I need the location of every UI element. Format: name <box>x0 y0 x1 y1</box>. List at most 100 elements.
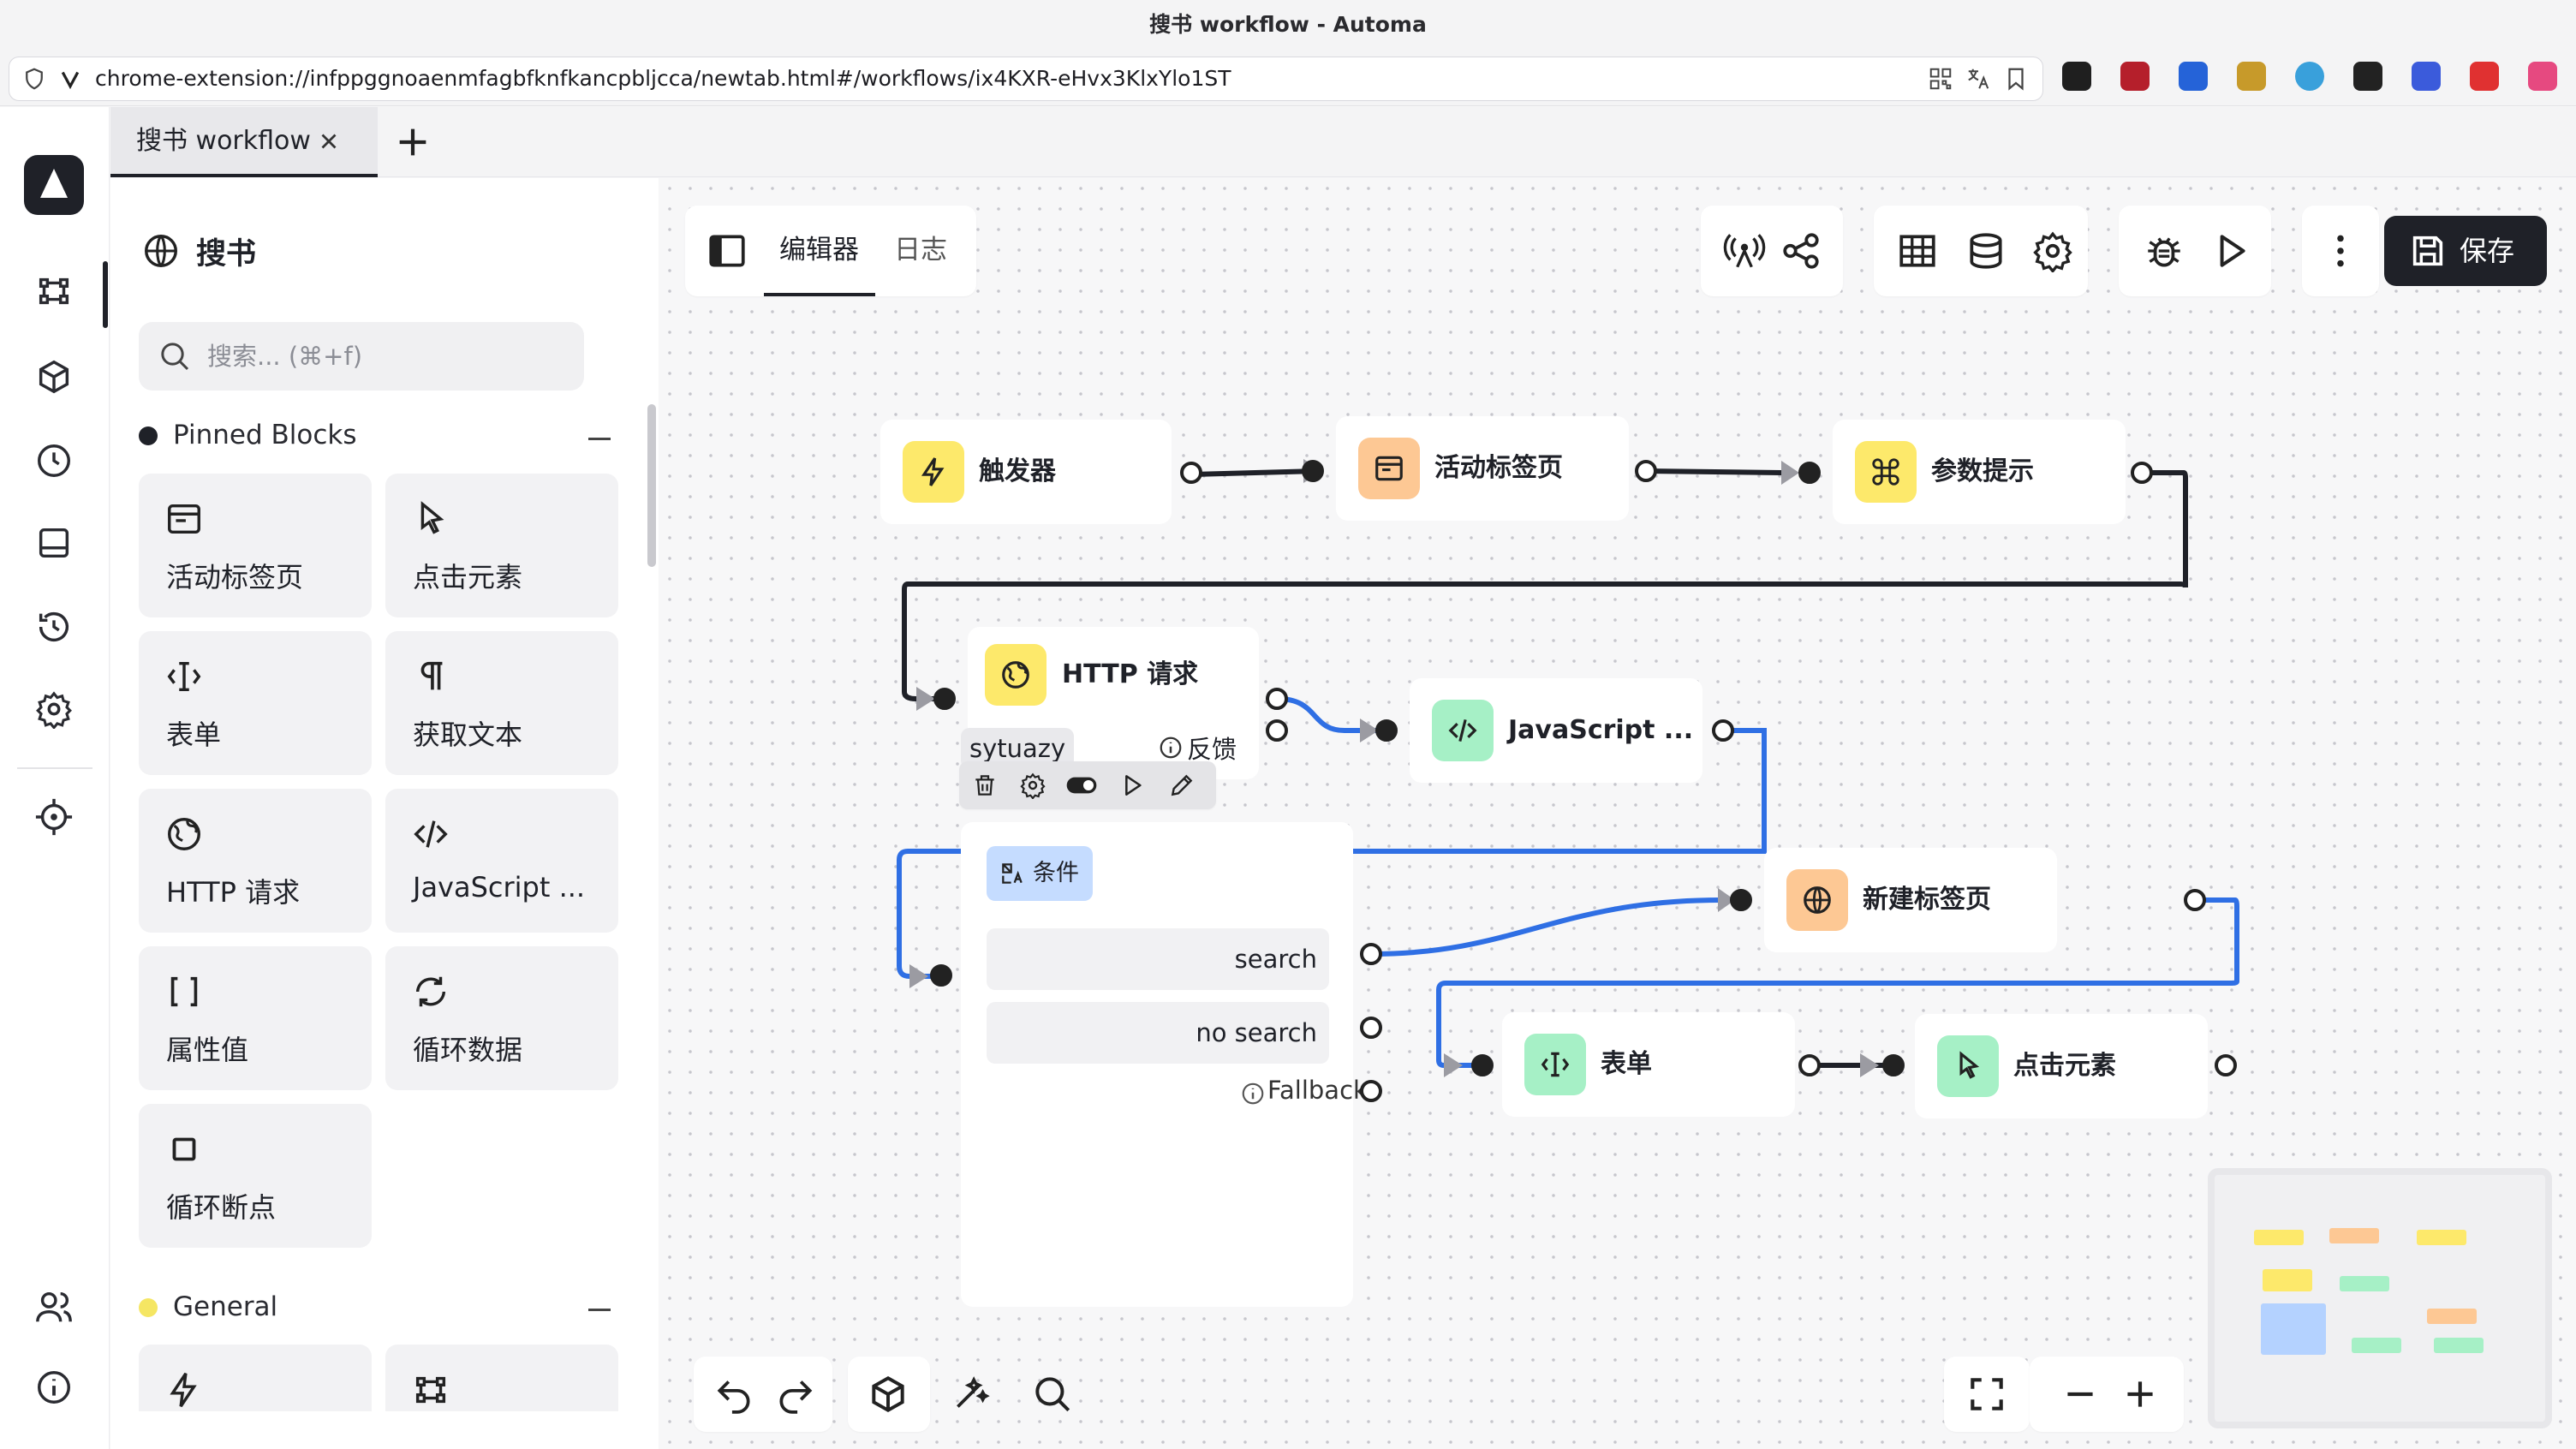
port-trigger-out[interactable] <box>1180 462 1202 484</box>
extension-icon-1[interactable] <box>2062 62 2091 91</box>
debug-bug-icon[interactable] <box>2143 230 2185 272</box>
port-click-in[interactable] <box>1882 1054 1905 1076</box>
block-card-active-tab[interactable]: 活动标签页 <box>139 474 372 617</box>
extension-icon-8[interactable] <box>2470 62 2499 91</box>
port-http-fallback[interactable] <box>1266 719 1288 742</box>
extension-icon-2[interactable] <box>2120 62 2150 91</box>
block-card-get-text[interactable]: 获取文本 <box>385 631 618 775</box>
collapse-general-button[interactable] <box>588 1309 611 1311</box>
block-card-trigger[interactable] <box>139 1345 372 1411</box>
fullscreen-icon[interactable] <box>1965 1373 2008 1416</box>
database-icon[interactable] <box>1965 230 2007 272</box>
storage-icon[interactable] <box>34 523 74 563</box>
tab-logs[interactable]: 日志 <box>882 216 959 293</box>
port-new-tab-out[interactable] <box>2184 889 2206 911</box>
port-condition-search-out[interactable] <box>1360 943 1382 965</box>
node-param-prompt[interactable]: 参数提示 <box>1833 420 2126 524</box>
node-click-element[interactable]: 点击元素 <box>1915 1014 2208 1118</box>
community-users-icon[interactable] <box>34 1287 74 1327</box>
block-card-form[interactable]: 表单 <box>139 631 372 775</box>
port-active-tab-out[interactable] <box>1635 460 1657 482</box>
bookmark-icon[interactable] <box>2003 66 2029 92</box>
collapse-pinned-button[interactable] <box>588 438 611 440</box>
port-click-out[interactable] <box>2215 1054 2237 1076</box>
workflow-name[interactable]: 搜书 <box>196 230 256 273</box>
port-javascript-out[interactable] <box>1712 719 1734 742</box>
block-card-loop-breakpoint[interactable]: 循环断点 <box>139 1104 372 1248</box>
zoom-out-minus-icon[interactable] <box>2059 1373 2102 1416</box>
toggle-sidebar-icon[interactable] <box>706 230 748 272</box>
more-vertical-icon[interactable] <box>2319 230 2362 272</box>
port-http-out[interactable] <box>1266 688 1288 710</box>
block-card-javascript[interactable]: JavaScript ... <box>385 789 618 933</box>
condition-row-no-search[interactable]: no search <box>987 1002 1329 1064</box>
packages-icon[interactable] <box>34 357 74 397</box>
node-condition[interactable]: 条件 search no search Fallback <box>961 822 1368 1307</box>
extension-icon-5[interactable] <box>2295 62 2324 91</box>
node-new-tab[interactable]: 新建标签页 <box>1764 848 2057 952</box>
close-icon[interactable] <box>316 128 342 154</box>
port-params-out[interactable] <box>2131 462 2153 484</box>
node-active-tab[interactable]: 活动标签页 <box>1336 416 1629 521</box>
sidebar-scrollbar[interactable] <box>647 404 656 567</box>
condition-row-search[interactable]: search <box>987 928 1329 990</box>
settings-gear-icon[interactable] <box>34 689 74 729</box>
port-javascript-in[interactable] <box>1375 719 1398 742</box>
port-new-tab-in[interactable] <box>1730 889 1752 911</box>
pencil-edit-icon[interactable] <box>1168 772 1196 799</box>
port-condition-fallback-out[interactable] <box>1360 1080 1382 1102</box>
extension-icon-7[interactable] <box>2412 62 2441 91</box>
extension-icon-9[interactable] <box>2528 62 2557 91</box>
node-javascript[interactable]: JavaScript ... <box>1410 678 1702 783</box>
broadcast-icon[interactable] <box>1723 230 1766 272</box>
port-condition-no-search-out[interactable] <box>1360 1017 1382 1039</box>
block-card-http-request[interactable]: HTTP 请求 <box>139 789 372 933</box>
zoom-in-plus-icon[interactable] <box>2119 1373 2162 1416</box>
translate-icon[interactable] <box>1965 66 1991 92</box>
port-params-in[interactable] <box>1798 462 1821 484</box>
block-search-input[interactable]: 搜索... (⌘+f) <box>139 322 584 391</box>
play-icon[interactable] <box>2209 230 2252 272</box>
share-icon[interactable] <box>1780 230 1822 272</box>
qr-code-icon[interactable] <box>1928 66 1953 92</box>
url-field[interactable]: chrome-extension://infppggnoaenmfagbfknf… <box>9 57 2043 101</box>
block-card-execute-workflow[interactable] <box>385 1345 618 1411</box>
add-tab-plus-icon[interactable] <box>393 122 432 162</box>
block-card-loop-data[interactable]: 循环数据 <box>385 946 618 1090</box>
toggle-switch-icon[interactable] <box>1065 772 1098 799</box>
automa-logo[interactable] <box>24 155 84 215</box>
section-header-pinned[interactable]: Pinned Blocks <box>139 420 357 450</box>
extension-icon-4[interactable] <box>2237 62 2266 91</box>
save-button[interactable]: 保存 <box>2384 216 2547 286</box>
undo-icon[interactable] <box>713 1373 755 1416</box>
block-card-click-element[interactable]: 点击元素 <box>385 474 618 617</box>
tab-editor[interactable]: 编辑器 <box>764 216 875 296</box>
port-http-in[interactable] <box>933 688 956 710</box>
extension-icon-3[interactable] <box>2179 62 2208 91</box>
magic-wand-icon[interactable] <box>949 1373 992 1416</box>
port-form-out[interactable] <box>1798 1054 1821 1076</box>
redo-icon[interactable] <box>774 1373 817 1416</box>
settings-gear-icon[interactable] <box>1019 772 1046 799</box>
minimap[interactable] <box>2208 1168 2552 1428</box>
node-form[interactable]: 表单 <box>1502 1012 1795 1117</box>
table-icon[interactable] <box>1896 230 1939 272</box>
info-icon[interactable] <box>34 1368 74 1407</box>
search-icon[interactable] <box>1031 1373 1074 1416</box>
node-http-request[interactable]: HTTP 请求 sytuazy 反馈 <box>961 627 1259 779</box>
section-header-general[interactable]: General <box>139 1291 277 1322</box>
node-trigger[interactable]: 触发器 <box>880 420 1172 524</box>
history-icon[interactable] <box>34 607 74 647</box>
port-form-in[interactable] <box>1471 1054 1494 1076</box>
port-condition-in[interactable] <box>930 964 952 987</box>
schedule-clock-icon[interactable] <box>34 441 74 480</box>
tab-workflow[interactable]: 搜书 workflow <box>110 107 378 177</box>
settings-gear-icon[interactable] <box>2031 230 2074 272</box>
extension-icon-6[interactable] <box>2353 62 2382 91</box>
trash-icon[interactable] <box>971 772 999 799</box>
workflow-canvas[interactable]: 编辑器 日志 保存 触发器 活动标签页 参数提示 HTTP 请求 sytuazy… <box>659 178 2576 1449</box>
workflows-icon[interactable] <box>34 271 74 311</box>
package-box-icon[interactable] <box>867 1373 909 1416</box>
block-card-attribute-value[interactable]: 属性值 <box>139 946 372 1090</box>
play-icon[interactable] <box>1118 772 1146 799</box>
